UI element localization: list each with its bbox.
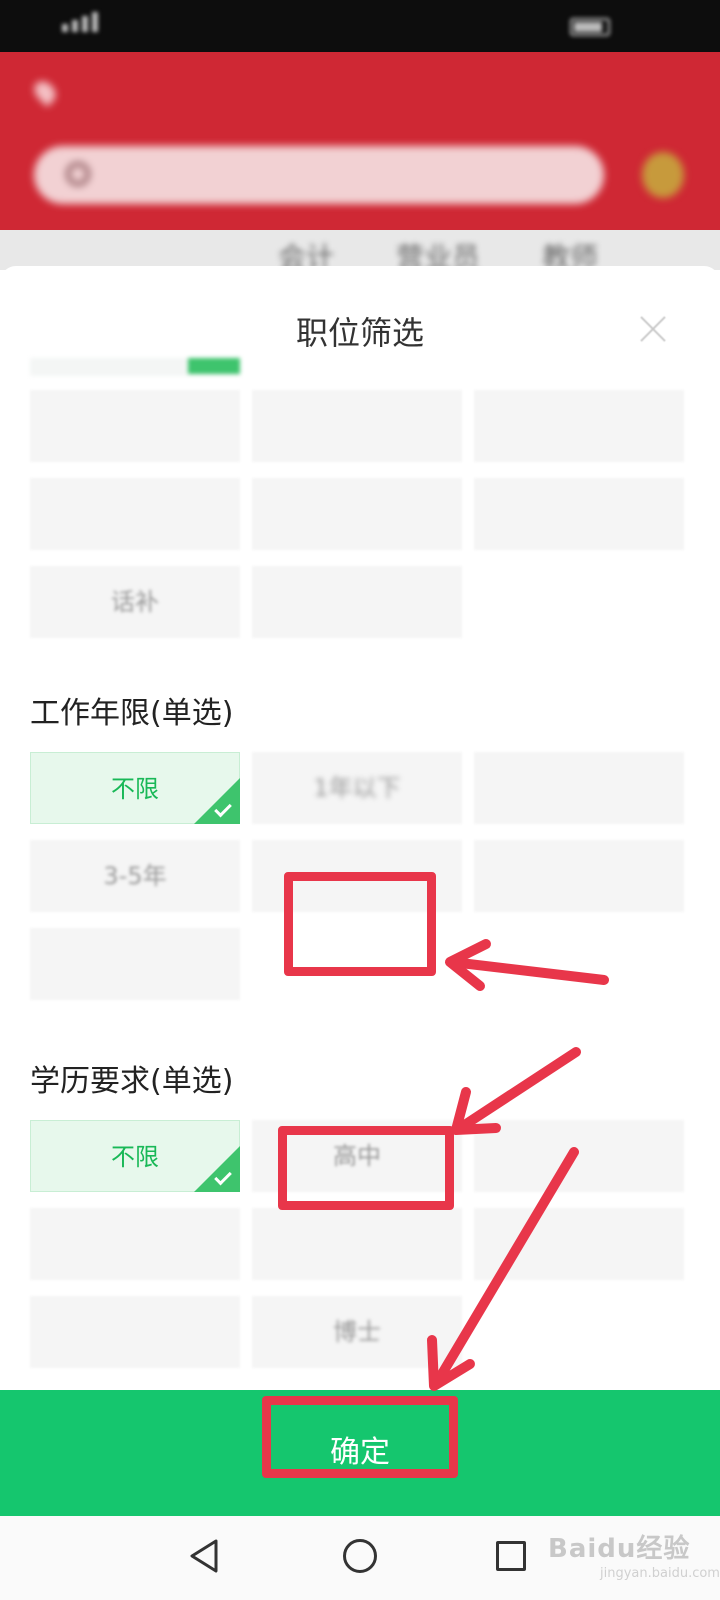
work-years-label: 工作年限(单选) xyxy=(30,696,234,731)
category-chip[interactable] xyxy=(30,390,240,462)
education-label: 学历要求(单选) xyxy=(30,1064,234,1099)
annotation-box-empty xyxy=(284,872,436,976)
category-chip[interactable] xyxy=(252,566,462,638)
status-bar xyxy=(0,0,720,52)
work-years-option[interactable] xyxy=(30,928,240,1000)
background-tab: 会计 xyxy=(278,241,335,270)
coin-icon xyxy=(642,152,684,198)
background-app-header xyxy=(0,52,720,230)
selected-corner xyxy=(194,1146,240,1192)
work-years-option[interactable] xyxy=(474,840,684,912)
back-icon[interactable] xyxy=(188,1538,220,1574)
work-years-option[interactable]: 1年以下 xyxy=(252,752,462,824)
education-option-selected[interactable]: 不限 xyxy=(30,1120,240,1192)
background-search-bar xyxy=(34,146,604,204)
location-pin-icon xyxy=(30,76,60,107)
education-option[interactable] xyxy=(30,1296,240,1368)
category-chip[interactable] xyxy=(252,478,462,550)
annotation-box-high-school xyxy=(278,1126,454,1210)
location-selector xyxy=(30,76,64,107)
work-years-option-selected[interactable]: 不限 xyxy=(30,752,240,824)
background-category-tabs: 会计 营业员 教师 xyxy=(0,230,720,270)
work-years-option[interactable]: 3-5年 xyxy=(30,840,240,912)
baidu-watermark: Baidu经验 xyxy=(548,1534,691,1564)
signal-icon xyxy=(62,12,98,32)
annotation-box-confirm xyxy=(262,1396,458,1478)
background-tab: 营业员 xyxy=(396,241,481,270)
category-chip[interactable] xyxy=(252,390,462,462)
education-option[interactable] xyxy=(474,1208,684,1280)
search-icon xyxy=(66,162,90,186)
category-chip[interactable] xyxy=(474,478,684,550)
selected-chip-edge xyxy=(30,358,240,376)
education-option[interactable]: 博士 xyxy=(252,1296,462,1368)
baidu-watermark-url: jingyan.baidu.com xyxy=(600,1566,720,1581)
category-chip[interactable] xyxy=(30,478,240,550)
selected-corner xyxy=(194,778,240,824)
work-years-option[interactable] xyxy=(474,752,684,824)
sheet-title: 职位筛选 xyxy=(295,314,424,352)
category-chip[interactable]: 话补 xyxy=(30,566,240,638)
close-icon[interactable] xyxy=(638,314,668,344)
home-icon[interactable] xyxy=(343,1539,377,1573)
category-chip[interactable] xyxy=(474,390,684,462)
recent-apps-icon[interactable] xyxy=(496,1541,526,1571)
education-option[interactable] xyxy=(30,1208,240,1280)
education-option[interactable] xyxy=(474,1120,684,1192)
screen: 会计 营业员 教师 职位筛选 话补 工作年限(单选) 不限 1年以下 3-5年 xyxy=(0,0,720,1600)
education-option[interactable] xyxy=(252,1208,462,1280)
background-tab: 教师 xyxy=(542,241,599,270)
battery-icon xyxy=(570,18,610,36)
